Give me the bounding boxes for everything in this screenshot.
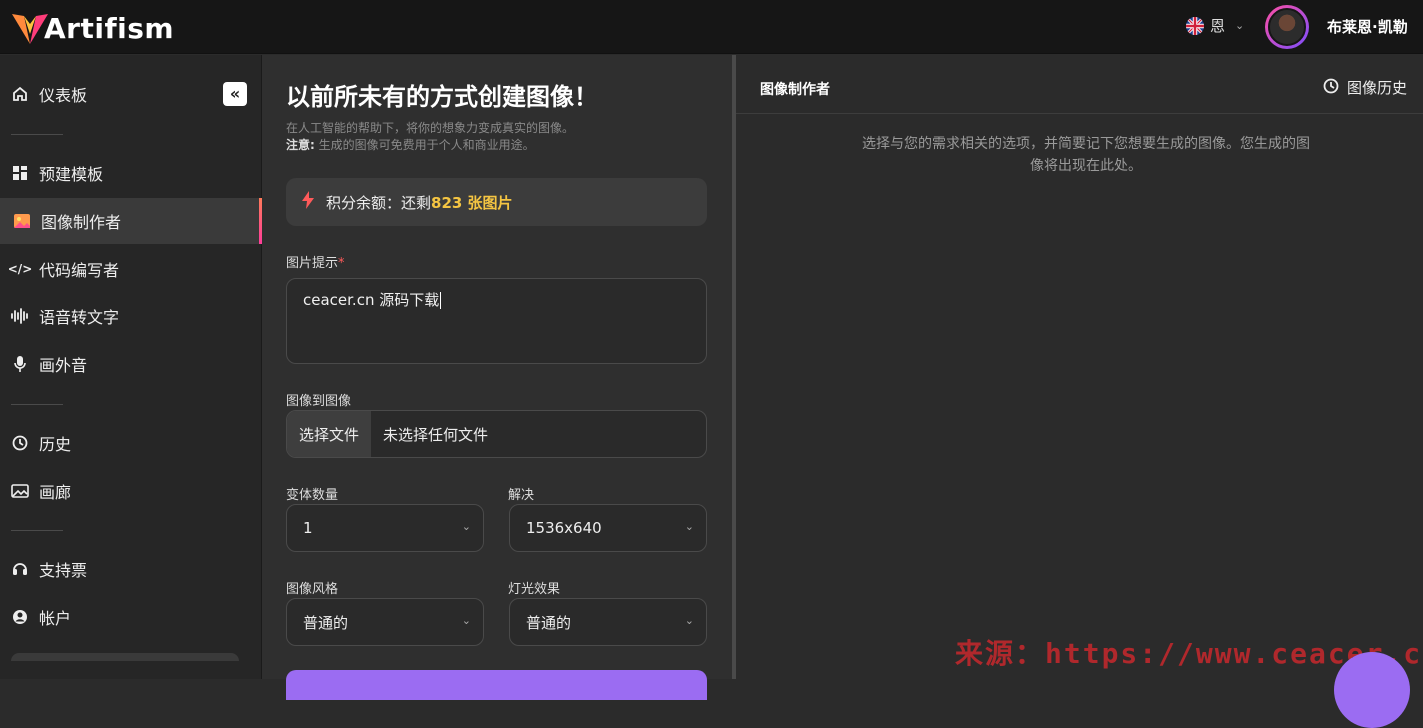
- image-history-button[interactable]: 图像历史: [1323, 77, 1407, 98]
- resolution-label: 解决: [508, 488, 535, 503]
- chevron-down-icon: ⌄: [1235, 19, 1245, 32]
- lighting-value: 普通的: [526, 613, 572, 632]
- sidebar-item-label: 支持票: [39, 561, 88, 580]
- sidebar-item-image-maker[interactable]: 图像制作者: [0, 198, 262, 244]
- variants-label: 变体数量: [286, 488, 339, 503]
- resolution-select[interactable]: 1536x640 ⌄: [509, 504, 707, 552]
- collapse-sidebar-button[interactable]: «: [223, 82, 247, 106]
- sidebar-upgrade-card: [11, 653, 239, 661]
- user-icon: [11, 608, 29, 626]
- empty-state-text: 选择与您的需求相关的选项，并简要记下您想要生成的图像。您生成的图像将出现在此处。: [862, 136, 1310, 174]
- image-upload-field[interactable]: 选择文件 未选择任何文件: [286, 410, 707, 458]
- style-value: 普通的: [303, 613, 349, 632]
- headset-icon: [11, 560, 29, 578]
- logo-icon: [12, 14, 48, 44]
- dashboard-icon: [11, 85, 29, 103]
- top-bar: Artifism 恩 ⌄ 布莱恩·凯勒: [0, 0, 1423, 54]
- output-panel: 图像制作者 图像历史 选择与您的需求相关的选项，并简要记下您想要生成的图像。您生…: [736, 55, 1423, 679]
- chevron-down-icon: ⌄: [461, 614, 471, 627]
- history-icon: [1323, 78, 1339, 98]
- output-title: 图像制作者: [760, 82, 830, 98]
- sidebar-item-support[interactable]: 支持票: [0, 546, 262, 592]
- output-header: 图像制作者 图像历史: [736, 55, 1423, 114]
- microphone-icon: [11, 355, 29, 373]
- lightning-icon: [302, 191, 314, 213]
- chevron-down-icon: ⌄: [684, 520, 694, 533]
- sidebar-item-templates[interactable]: 预建模板: [0, 150, 262, 196]
- sidebar-item-voiceover[interactable]: 画外音: [0, 341, 262, 387]
- image-generator-form: 以前所未有的方式创建图像！ 在人工智能的帮助下，将你的想象力变成真实的图像。 注…: [262, 55, 732, 700]
- file-status: 未选择任何文件: [383, 425, 489, 444]
- sidebar-item-label: 代码编写者: [39, 261, 120, 280]
- sidebar-item-gallery[interactable]: 画廊: [0, 468, 262, 514]
- brand-logo[interactable]: Artifism: [10, 6, 174, 50]
- uk-flag-icon: [1186, 16, 1204, 35]
- lighting-select[interactable]: 普通的 ⌄: [509, 598, 707, 646]
- choose-file-button[interactable]: 选择文件: [287, 411, 372, 457]
- sidebar-item-speech-to-text[interactable]: 语音转文字: [0, 293, 262, 339]
- note-label: 注意:: [286, 138, 315, 152]
- divider: [11, 404, 63, 405]
- sidebar-item-label: 仪表板: [39, 86, 88, 105]
- usage-note: 注意: 生成的图像可免费用于个人和商业用途。: [286, 136, 535, 153]
- generate-button[interactable]: [286, 670, 707, 700]
- language-selector[interactable]: 恩 ⌄: [1186, 15, 1244, 36]
- chevron-down-icon: ⌄: [461, 520, 471, 533]
- sidebar-item-history[interactable]: 历史: [0, 420, 262, 466]
- sidebar-item-label: 语音转文字: [39, 308, 120, 327]
- credits-balance: 积分余额：还剩 823 张图片: [286, 178, 707, 226]
- page-title: 以前所未有的方式创建图像！: [286, 83, 598, 111]
- variants-select[interactable]: 1 ⌄: [286, 504, 484, 552]
- text-caret: [440, 292, 442, 309]
- chat-fab-button[interactable]: [1334, 652, 1410, 728]
- brand-name: Artifism: [44, 11, 175, 45]
- sidebar-item-label: 画廊: [39, 483, 72, 502]
- history-icon: [11, 434, 29, 452]
- prompt-value: ceacer.cn 源码下载: [303, 291, 440, 309]
- lighting-label: 灯光效果: [508, 582, 561, 597]
- divider: [11, 134, 63, 135]
- language-label: 恩: [1210, 17, 1226, 35]
- credits-label: 积分余额：还剩: [326, 193, 432, 212]
- image-icon: [13, 212, 31, 230]
- note-text: 生成的图像可免费用于个人和商业用途。: [318, 138, 535, 152]
- sidebar-item-label: 帐户: [39, 609, 72, 628]
- img2img-label: 图像到图像: [286, 394, 352, 409]
- sidebar-item-account[interactable]: 帐户: [0, 594, 262, 640]
- history-label: 图像历史: [1346, 79, 1407, 97]
- chevron-down-icon: ⌄: [684, 614, 694, 627]
- user-name[interactable]: 布莱恩·凯勒: [1327, 16, 1408, 37]
- grid-icon: [11, 164, 29, 182]
- avatar[interactable]: [1265, 5, 1309, 49]
- sidebar-item-code-writer[interactable]: </> 代码编写者: [0, 246, 262, 292]
- prompt-input[interactable]: ceacer.cn 源码下载: [286, 278, 707, 364]
- waveform-icon: [11, 307, 29, 325]
- code-icon: </>: [7, 262, 33, 276]
- sidebar-item-label: 画外音: [39, 356, 88, 375]
- sidebar-item-label: 历史: [39, 435, 72, 454]
- resolution-value: 1536x640: [526, 519, 602, 537]
- required-marker: *: [338, 256, 345, 271]
- gallery-icon: [11, 482, 29, 500]
- prompt-label: 图片提示*: [286, 256, 345, 271]
- style-label: 图像风格: [286, 582, 339, 597]
- variants-value: 1: [303, 519, 313, 537]
- sidebar-item-label: 图像制作者: [41, 213, 122, 232]
- page-subtitle: 在人工智能的帮助下，将你的想象力变成真实的图像。: [286, 121, 575, 135]
- sidebar-item-label: 预建模板: [39, 165, 104, 184]
- divider: [11, 530, 63, 531]
- sidebar: 仪表板 « 预建模板 图像制作者 </> 代码编写者 语音转文字 画外音 历史: [0, 55, 262, 679]
- credits-value: 823 张图片: [431, 193, 513, 212]
- style-select[interactable]: 普通的 ⌄: [286, 598, 484, 646]
